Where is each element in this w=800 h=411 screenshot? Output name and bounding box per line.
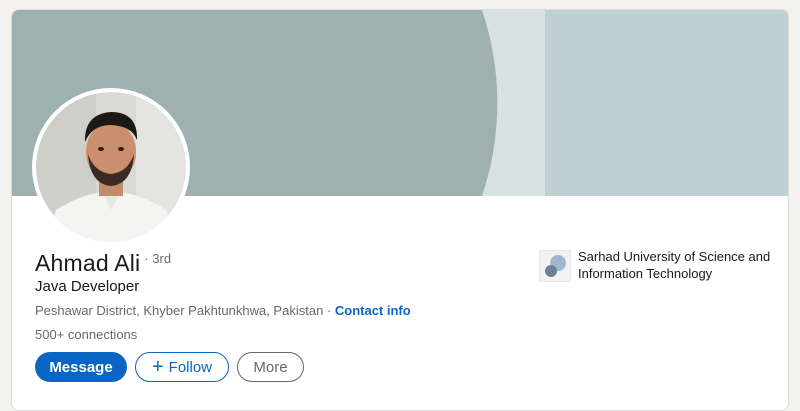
profile-avatar[interactable] — [36, 92, 186, 242]
profile-photo — [36, 92, 186, 242]
more-button[interactable]: More — [237, 352, 304, 382]
profile-headline: Java Developer — [35, 278, 140, 295]
name-row: Ahmad Ali · 3rd — [35, 250, 171, 277]
follow-button[interactable]: + Follow — [135, 352, 229, 382]
follow-label: Follow — [168, 358, 213, 376]
contact-info-link[interactable]: Contact info — [335, 303, 411, 318]
connection-degree: · 3rd — [144, 251, 172, 266]
education-entry[interactable]: Sarhad University of Science and Informa… — [539, 248, 779, 282]
plus-icon: + — [151, 356, 164, 378]
school-name: Sarhad University of Science and Informa… — [578, 249, 771, 281]
school-logo-icon — [539, 250, 571, 282]
profile-actions: Message + Follow More — [35, 352, 304, 382]
profile-location: Peshawar District, Khyber Pakhtunkhwa, P… — [35, 303, 324, 318]
connections-count[interactable]: 500+ connections — [35, 327, 137, 342]
location-separator: · — [323, 303, 335, 318]
message-button[interactable]: Message — [35, 352, 127, 382]
profile-name: Ahmad Ali — [35, 250, 141, 276]
profile-card: Ahmad Ali · 3rd Java Developer Peshawar … — [11, 9, 789, 411]
location-row: Peshawar District, Khyber Pakhtunkhwa, P… — [35, 303, 411, 318]
